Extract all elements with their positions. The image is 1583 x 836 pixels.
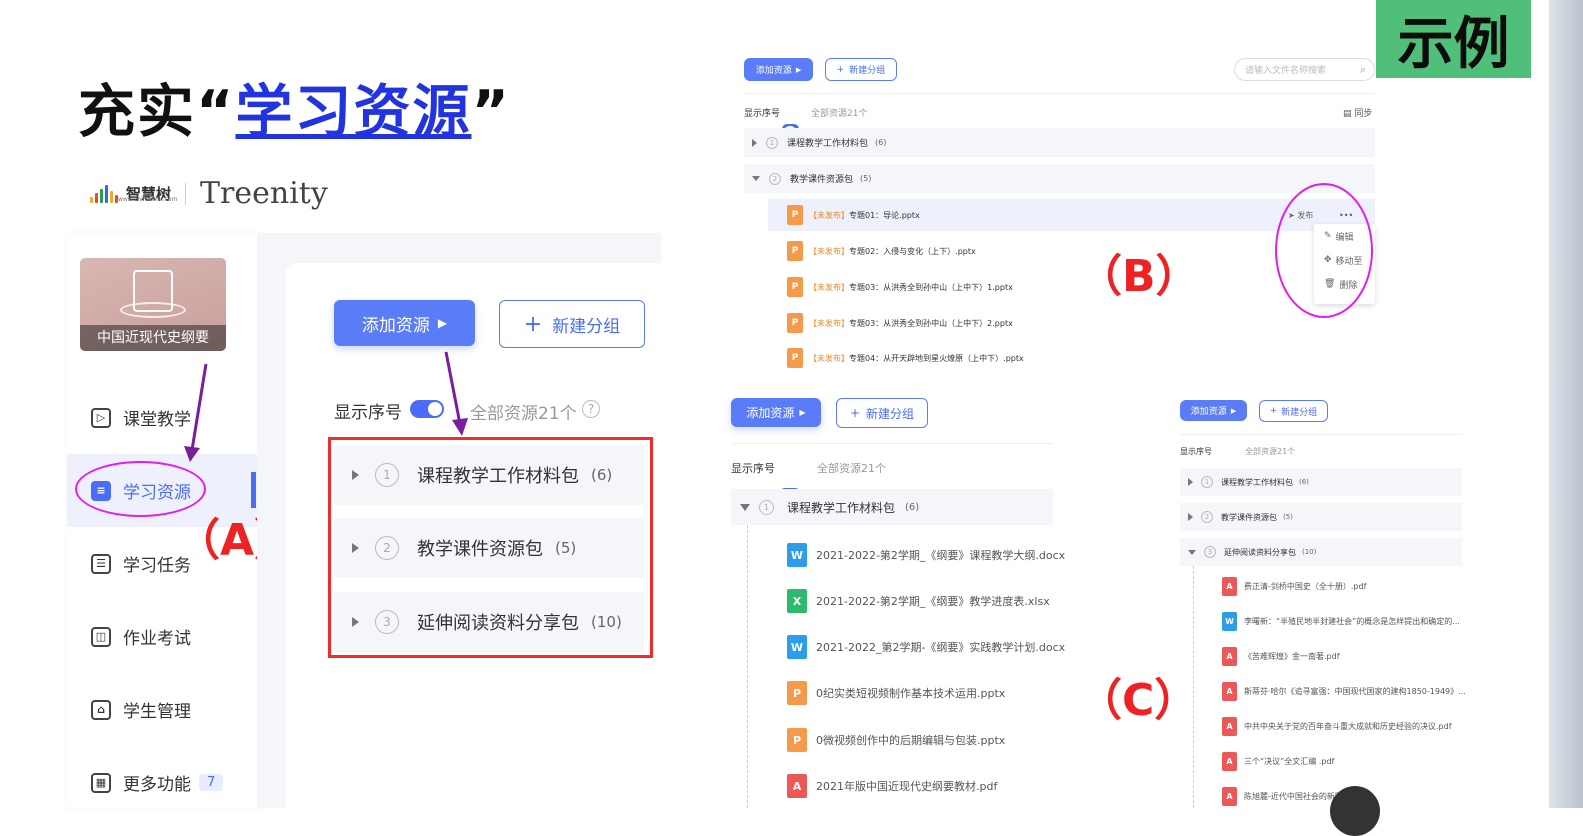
new-group-button[interactable]: + 新建分组: [499, 300, 645, 348]
c2-divider: [1180, 434, 1462, 435]
c1-show-index-label: 显示序号: [731, 462, 775, 475]
total-resources: 全部资源21个: [470, 404, 577, 424]
b-divider: [744, 93, 1375, 94]
c1-new-group-button[interactable]: + 新建分组: [836, 398, 928, 428]
highlight-box-red: [328, 437, 653, 658]
graduation-cap-icon: ⌂: [91, 699, 111, 720]
add-resource-button[interactable]: 添加资源 ▶: [334, 300, 475, 346]
book-open-icon: ◫: [91, 626, 111, 647]
b-file-2[interactable]: P 【未发布】 专题02：入侵与变化（上下）.pptx: [787, 241, 976, 261]
c2-file-3[interactable]: A 《苦难辉煌》金一南著.pdf: [1222, 647, 1340, 666]
nav-item-students[interactable]: ⌂ 学生管理: [67, 673, 257, 746]
b-sync[interactable]: ▤ 同步: [1343, 106, 1372, 119]
help-icon[interactable]: ?: [582, 400, 600, 418]
b-file-3[interactable]: P 【未发布】 专题03：从洪秀全到孙中山（上中下）1.pptx: [787, 277, 1013, 297]
title-link[interactable]: 学习资源: [235, 79, 471, 145]
show-index-toggle[interactable]: [410, 400, 444, 418]
c2-group-row-2[interactable]: 2 教学课件资源包 (5): [1180, 503, 1462, 531]
arrow-a-icon: [184, 363, 208, 462]
c2-file-2[interactable]: W 李曙新：“半殖民地半封建社会”的概念是怎样提出和确定的...: [1222, 612, 1460, 631]
b-show-index-label: 显示序号: [744, 109, 781, 119]
b-group-row-2[interactable]: 2 教学课件资源包 (5): [744, 164, 1375, 193]
c1-divider: [731, 443, 1053, 444]
sync-icon: ▤: [1343, 109, 1352, 119]
logo-divider: [185, 182, 187, 205]
b-file-4[interactable]: P 【未发布】 专题03：从洪秀全到孙中山（上中下）2.pptx: [787, 313, 1013, 333]
label-c: （C）: [1078, 675, 1199, 726]
grid-icon: ▦: [91, 772, 111, 793]
slide-title: 充实“学习资源”: [78, 79, 511, 145]
c2-file-6[interactable]: A 三个“决议”全文汇编 .pdf: [1222, 752, 1334, 771]
nav-item-exams[interactable]: ◫ 作业考试: [67, 600, 257, 673]
play-icon: ▷: [91, 407, 111, 428]
active-indicator: [251, 472, 256, 508]
arrow-b-icon: [444, 351, 468, 436]
logo-url: www.zhihuishu.com: [118, 196, 178, 203]
c2-add-resource-button[interactable]: 添加资源 ▶: [1180, 400, 1247, 421]
c2-show-index-label: 显示序号: [1180, 447, 1212, 456]
show-index-label: 显示序号: [334, 403, 402, 423]
label-b: （B）: [1078, 251, 1200, 302]
b-file-5[interactable]: P 【未发布】 专题04：从开天辟地到星火燎原（上中下）.pptx: [787, 348, 1024, 368]
highlight-ellipse-b: [1275, 183, 1373, 318]
c1-file-3[interactable]: W 2021-2022_第2学期-《纲要》实践教学计划.docx: [787, 635, 1065, 659]
c2-tree-line: [1193, 566, 1194, 808]
b-new-group-button[interactable]: + 新建分组: [825, 58, 897, 81]
c1-file-4[interactable]: P 0纪实类短视频制作基本技术运用.pptx: [787, 681, 1005, 705]
b-group-row-1[interactable]: 1 课程教学工作材料包 (6): [744, 128, 1375, 157]
c2-file-4[interactable]: A 斯蒂芬·哈尔《追寻富强：中国现代国家的建构1850-1949》...: [1222, 682, 1466, 701]
search-icon[interactable]: ⌕: [1360, 63, 1366, 77]
nav-item-classroom[interactable]: ▷ 课堂教学: [67, 381, 257, 454]
c1-group-row-1[interactable]: 1 课程教学工作材料包 (6): [731, 489, 1053, 525]
c1-add-resource-button[interactable]: 添加资源 ▶: [731, 398, 821, 427]
c1-tree-line: [747, 525, 748, 808]
slide-right-edge: [1549, 0, 1583, 808]
nav-item-more[interactable]: ▦ 更多功能 7: [67, 746, 257, 819]
c1-file-2[interactable]: X 2021-2022-第2学期_《纲要》教学进度表.xlsx: [787, 589, 1050, 613]
c2-file-5[interactable]: A 中共中央关于党的百年奋斗重大成就和历史经验的决议.pdf: [1222, 717, 1452, 736]
b-total: 全部资源21个: [811, 109, 868, 119]
c1-file-5[interactable]: P 0微视频创作中的后期编辑与包装.pptx: [787, 728, 1005, 752]
ring-icon: [120, 302, 186, 318]
c2-group-row-1[interactable]: 1 课程教学工作材料包 (6): [1180, 468, 1462, 496]
b-file-1[interactable]: P 【未发布】 专题01：导论.pptx: [787, 205, 920, 225]
logo-bars-icon: [90, 184, 118, 203]
c2-new-group-button[interactable]: + 新建分组: [1259, 400, 1328, 422]
c1-total: 全部资源21个: [817, 462, 886, 475]
example-tag: 示例: [1376, 0, 1531, 78]
checklist-icon: ☰: [91, 553, 111, 574]
course-name: 中国近现代史纲要: [80, 325, 226, 351]
floating-button[interactable]: [1330, 786, 1380, 836]
more-count-badge: 7: [199, 774, 224, 791]
zhihuishu-logo: 智慧树 www.zhihuishu.com Treenity: [90, 176, 328, 211]
b-search-input[interactable]: 请输入文件名称搜索 ⌕: [1234, 58, 1375, 81]
course-card[interactable]: 中国近现代史纲要: [80, 258, 226, 351]
c2-file-1[interactable]: A 费正清-剑桥中国史（全十册）.pdf: [1222, 577, 1366, 596]
treenity-wordmark: Treenity: [200, 176, 328, 211]
c1-file-1[interactable]: W 2021-2022-第2学期_《纲要》课程教学大纲.docx: [787, 543, 1065, 567]
c2-group-row-3[interactable]: 3 延伸阅读资料分享包 (10): [1180, 538, 1462, 566]
c1-file-6[interactable]: A 2021年版中国近现代史纲要教材.pdf: [787, 774, 997, 798]
c2-total: 全部资源21个: [1245, 447, 1296, 456]
b-add-resource-button[interactable]: 添加资源 ▶: [744, 58, 813, 81]
